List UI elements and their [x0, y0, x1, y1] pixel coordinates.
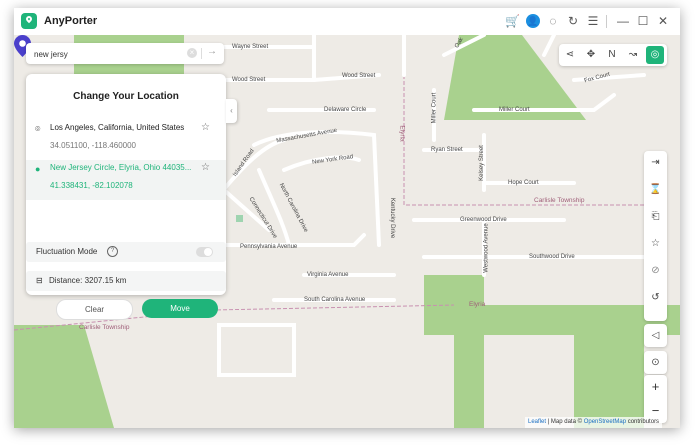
change-location-panel: Change Your Location ⌾ Los Angeles, Cali… [26, 74, 226, 320]
distance-row: ⊟ Distance: 3207.15 km [26, 271, 226, 291]
panel-title: Change Your Location [73, 91, 179, 102]
app-logo-icon [21, 13, 37, 29]
search-go-icon[interactable]: → [207, 46, 217, 57]
map-attribution: Leaflet | Map data © OpenStreetMap contr… [525, 417, 663, 428]
locate-icon[interactable]: ⊙ [644, 351, 667, 374]
label-miller-v: Miller Court [431, 92, 438, 124]
navigate-icon[interactable]: ◁ [644, 324, 667, 347]
teleport-icon[interactable]: ◎ [646, 46, 664, 64]
collapse-panel-icon[interactable]: ‹ [226, 99, 237, 123]
bookmark-icon[interactable]: ⎗ [644, 205, 667, 228]
refresh-icon[interactable]: ↻ [566, 14, 580, 28]
title-bar: AnyPorter 🛒 👤 ◌ ↻ ☰ — ☐ ✕ [14, 8, 680, 35]
label-wood-1: Wood Street [232, 77, 266, 83]
zoom-in-button[interactable]: + [644, 375, 667, 399]
route-icon[interactable]: ↝ [626, 48, 640, 62]
search-input[interactable] [32, 46, 186, 63]
distance-text: Distance: 3207.15 km [49, 276, 127, 285]
label-elyria-1: Elyria [398, 125, 406, 142]
label-pennsylvania: Pennsylvania Avenue [240, 244, 298, 250]
label-carlisle-east: Carlisle Township [534, 197, 585, 204]
search-bar: × → [26, 43, 224, 64]
zoom-control: + − [644, 375, 667, 423]
to-location-coords: 41.338431, -82.102078 [50, 181, 133, 190]
label-wayne: Wayne Street [232, 44, 269, 50]
road-northeast [542, 35, 556, 57]
clear-button[interactable]: Clear [56, 299, 133, 320]
road-loop [217, 323, 296, 377]
title-divider [606, 15, 607, 28]
fluctuation-label: Fluctuation Mode [36, 247, 98, 256]
label-carlisle-west: Carlisle Township [79, 324, 130, 331]
label-kelsey: Kelsey Street [478, 145, 485, 181]
label-hope: Hope Court [508, 180, 539, 186]
multi-stop-icon[interactable]: N [605, 48, 619, 62]
move-mode-icon[interactable]: ✥ [584, 48, 598, 62]
attribution-sep: | Map data © [546, 419, 584, 425]
favorite-icon[interactable]: ☆ [644, 232, 667, 255]
chat-icon[interactable]: ◌ [546, 14, 560, 28]
share-icon[interactable]: ⋖ [563, 48, 577, 62]
park-southwest [14, 325, 114, 428]
menu-icon[interactable]: ☰ [586, 14, 600, 28]
from-location-coords: 34.051100, -118.460000 [50, 141, 137, 150]
to-location-name: New Jersey Circle, Elyria, Ohio 44035... [50, 163, 192, 172]
pond [236, 215, 243, 222]
fluctuation-row: Fluctuation Mode ? [26, 242, 226, 262]
from-location-name: Los Angeles, California, United States [50, 123, 185, 132]
app-title: AnyPorter [44, 15, 98, 27]
import-icon[interactable]: ⇥ [644, 151, 667, 174]
label-westwood: Westwood Avenue [483, 223, 490, 273]
minimize-icon[interactable]: — [616, 14, 630, 28]
label-elyria-2: Elyria [469, 301, 486, 308]
block-icon[interactable]: ⊘ [644, 259, 667, 282]
label-ryan: Ryan Street [431, 147, 463, 153]
avatar[interactable]: 👤 [526, 14, 540, 28]
history-icon[interactable]: ↺ [644, 286, 667, 309]
app-window: AnyPorter 🛒 👤 ◌ ↻ ☰ — ☐ ✕ Wayne Street W… [14, 8, 680, 428]
label-kentucky: Kentucky Drive [389, 197, 396, 239]
favorite-star-icon[interactable]: ☆ [201, 122, 210, 133]
favorite-star-icon[interactable]: ☆ [201, 162, 210, 173]
side-toolbar: ⇥ ⌛ ⎗ ☆ ⊘ ↺ [644, 151, 667, 321]
from-location[interactable]: ⌾ Los Angeles, California, United States… [26, 120, 226, 158]
ruler-icon: ⊟ [36, 276, 43, 285]
attribution-suffix: contributors [626, 419, 660, 425]
mode-toolbar: ⋖ ✥ N ↝ ◎ [559, 44, 667, 66]
label-miller: Miller Court [499, 107, 530, 113]
clear-search-icon[interactable]: × [187, 48, 197, 58]
pin-outline-icon: ⌾ [35, 124, 41, 134]
fluctuation-toggle[interactable] [196, 247, 213, 257]
leaflet-link[interactable]: Leaflet [528, 419, 546, 425]
label-wood-2: Wood Street [342, 73, 376, 79]
pin-filled-icon: ● [35, 164, 41, 174]
search-divider [201, 48, 202, 59]
park-southeast [574, 335, 644, 428]
label-greenwood: Greenwood Drive [460, 217, 507, 223]
label-delaware: Delaware Circle [324, 107, 367, 113]
maximize-icon[interactable]: ☐ [636, 14, 650, 28]
direction-tool: ◁ [644, 324, 667, 347]
to-location[interactable]: ● New Jersey Circle, Elyria, Ohio 44035.… [26, 160, 226, 200]
timer-icon[interactable]: ⌛ [644, 178, 667, 201]
label-southwood: Southwood Drive [529, 254, 575, 260]
move-button[interactable]: Move [142, 299, 218, 318]
help-icon[interactable]: ? [107, 246, 118, 257]
close-icon[interactable]: ✕ [656, 14, 670, 28]
label-virginia: Virginia Avenue [307, 272, 349, 278]
osm-link[interactable]: OpenStreetMap [584, 419, 626, 425]
locate-tool: ⊙ [644, 351, 667, 374]
label-southcarolina: South Carolina Avenue [304, 297, 366, 303]
map-view[interactable]: Wayne Street Wood Street Wood Street Del… [14, 35, 680, 428]
cart-icon[interactable]: 🛒 [505, 14, 520, 28]
